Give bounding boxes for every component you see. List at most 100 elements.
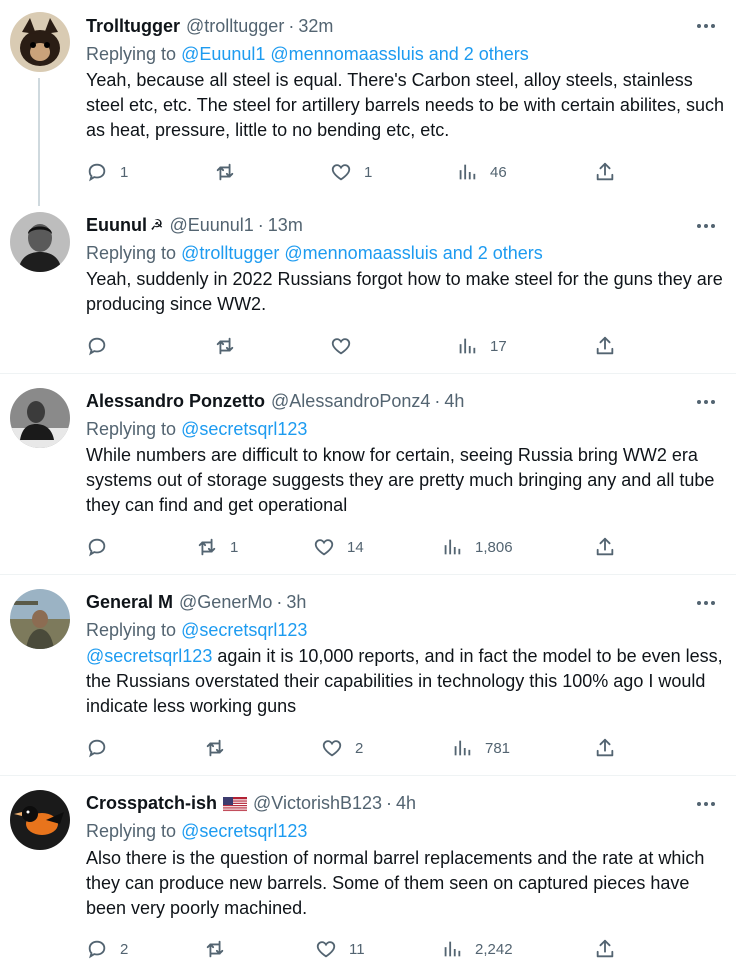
tweet-header: Trolltugger @trolltugger · 32m [86,13,333,39]
reply-count: 2 [120,940,129,958]
more-options-icon[interactable] [694,14,718,38]
like-button[interactable]: 14 [313,534,364,560]
separator-dot: · [276,591,283,612]
like-count: 2 [355,739,364,757]
us-flag-icon [223,796,248,812]
avatar[interactable] [10,589,70,649]
more-options-icon[interactable] [694,591,718,615]
views-chart-icon [456,335,478,357]
share-icon[interactable] [594,938,616,960]
like-count: 11 [349,940,365,958]
user-handle[interactable]: @GenerMo [179,592,272,613]
retweet-button[interactable] [214,159,248,185]
share-icon[interactable] [594,335,616,357]
views-button[interactable]: 17 [456,333,507,359]
heart-icon [330,161,352,183]
avatar[interactable] [10,790,70,850]
tweet-header: Alessandro Ponzetto @AlessandroPonz4 · 4… [86,388,464,414]
reply-button[interactable] [86,333,120,359]
reply-icon [86,161,108,183]
reply-icon [86,335,108,357]
avatar-portrait-image [10,589,70,649]
share-icon[interactable] [594,737,616,759]
avatar[interactable] [10,12,70,72]
tweet-text: Yeah, suddenly in 2022 Russians forgot h… [86,269,723,314]
replying-to-users[interactable]: @secretsqrl123 [181,620,307,640]
like-button[interactable] [330,333,364,359]
views-button[interactable]: 2,242 [441,936,513,962]
reply-button[interactable]: 1 [86,159,128,185]
tweet-header: Crosspatch-ish @VictorishB123 · 4h [86,790,416,816]
tweet-divider [0,574,736,575]
replying-to: Replying to @trolltugger @mennomaassluis… [86,240,543,266]
replying-to-users[interactable]: @secretsqrl123 [181,419,307,439]
tweet-header: General M @GenerMo · 3h [86,589,306,615]
retweet-icon [204,737,226,759]
more-options-icon[interactable] [694,390,718,414]
separator-dot: · [434,390,441,411]
timestamp[interactable]: 13m [268,215,303,236]
thread-connector-line [38,78,40,206]
avatar-oriole-bird-image [10,790,70,850]
display-name[interactable]: General M [86,592,173,613]
replying-to-label: Replying to [86,620,182,640]
reply-count: 1 [120,163,129,181]
avatar-portrait-image [10,388,70,448]
separator-dot: · [257,214,264,235]
tweet-divider [0,775,736,776]
timestamp[interactable]: 4h [444,391,464,412]
timestamp[interactable]: 4h [396,793,416,814]
heart-icon [330,335,352,357]
avatar[interactable] [10,212,70,272]
like-button[interactable]: 1 [330,159,372,185]
separator-dot: · [288,15,295,36]
retweet-button[interactable]: 1 [196,534,238,560]
tweet-text: Also there is the question of normal bar… [86,848,705,918]
like-button[interactable]: 11 [315,936,365,962]
like-count: 14 [347,538,364,556]
replying-to: Replying to @secretsqrl123 [86,617,307,643]
heart-icon [315,938,337,960]
timestamp[interactable]: 3h [286,592,306,613]
user-handle[interactable]: @AlessandroPonz4 [271,391,430,412]
reply-button[interactable] [86,735,120,761]
more-options-icon[interactable] [694,214,718,238]
display-name[interactable]: Alessandro Ponzetto [86,391,265,412]
display-name[interactable]: Trolltugger [86,16,180,37]
display-name[interactable]: Crosspatch-ish [86,793,217,814]
like-button[interactable]: 2 [321,735,363,761]
avatar[interactable] [10,388,70,448]
mention-link[interactable]: @secretsqrl123 [86,646,212,666]
replying-to-users[interactable]: @secretsqrl123 [181,821,307,841]
views-button[interactable]: 1,806 [441,534,513,560]
share-icon[interactable] [594,536,616,558]
retweet-button[interactable] [204,936,238,962]
views-count: 1,806 [475,538,513,556]
reply-button[interactable] [86,534,120,560]
more-options-icon[interactable] [694,792,718,816]
replying-to-users[interactable]: @Euunul1 @mennomaassluis and 2 others [181,44,529,64]
replying-to-users[interactable]: @trolltugger @mennomaassluis and 2 other… [181,243,543,263]
replying-to: Replying to @Euunul1 @mennomaassluis and… [86,41,529,67]
replying-to: Replying to @secretsqrl123 [86,818,307,844]
retweet-count: 1 [230,538,239,556]
views-chart-icon [441,536,463,558]
separator-dot: · [386,792,393,813]
retweet-button[interactable] [204,735,238,761]
views-chart-icon [451,737,473,759]
timestamp[interactable]: 32m [298,16,333,37]
avatar-portrait-image [10,212,70,272]
user-handle[interactable]: @Euunul1 [169,215,253,236]
user-handle[interactable]: @VictorishB123 [253,793,382,814]
share-icon[interactable] [594,161,616,183]
user-handle[interactable]: @trolltugger [186,16,284,37]
views-count: 781 [485,739,511,757]
reply-icon [86,536,108,558]
like-count: 1 [364,163,373,181]
reply-button[interactable]: 2 [86,936,128,962]
views-button[interactable]: 46 [456,159,507,185]
tweet-text: Yeah, because all steel is equal. There'… [86,70,724,140]
display-name[interactable]: Euunul [86,215,147,236]
retweet-button[interactable] [214,333,248,359]
views-button[interactable]: 781 [451,735,510,761]
